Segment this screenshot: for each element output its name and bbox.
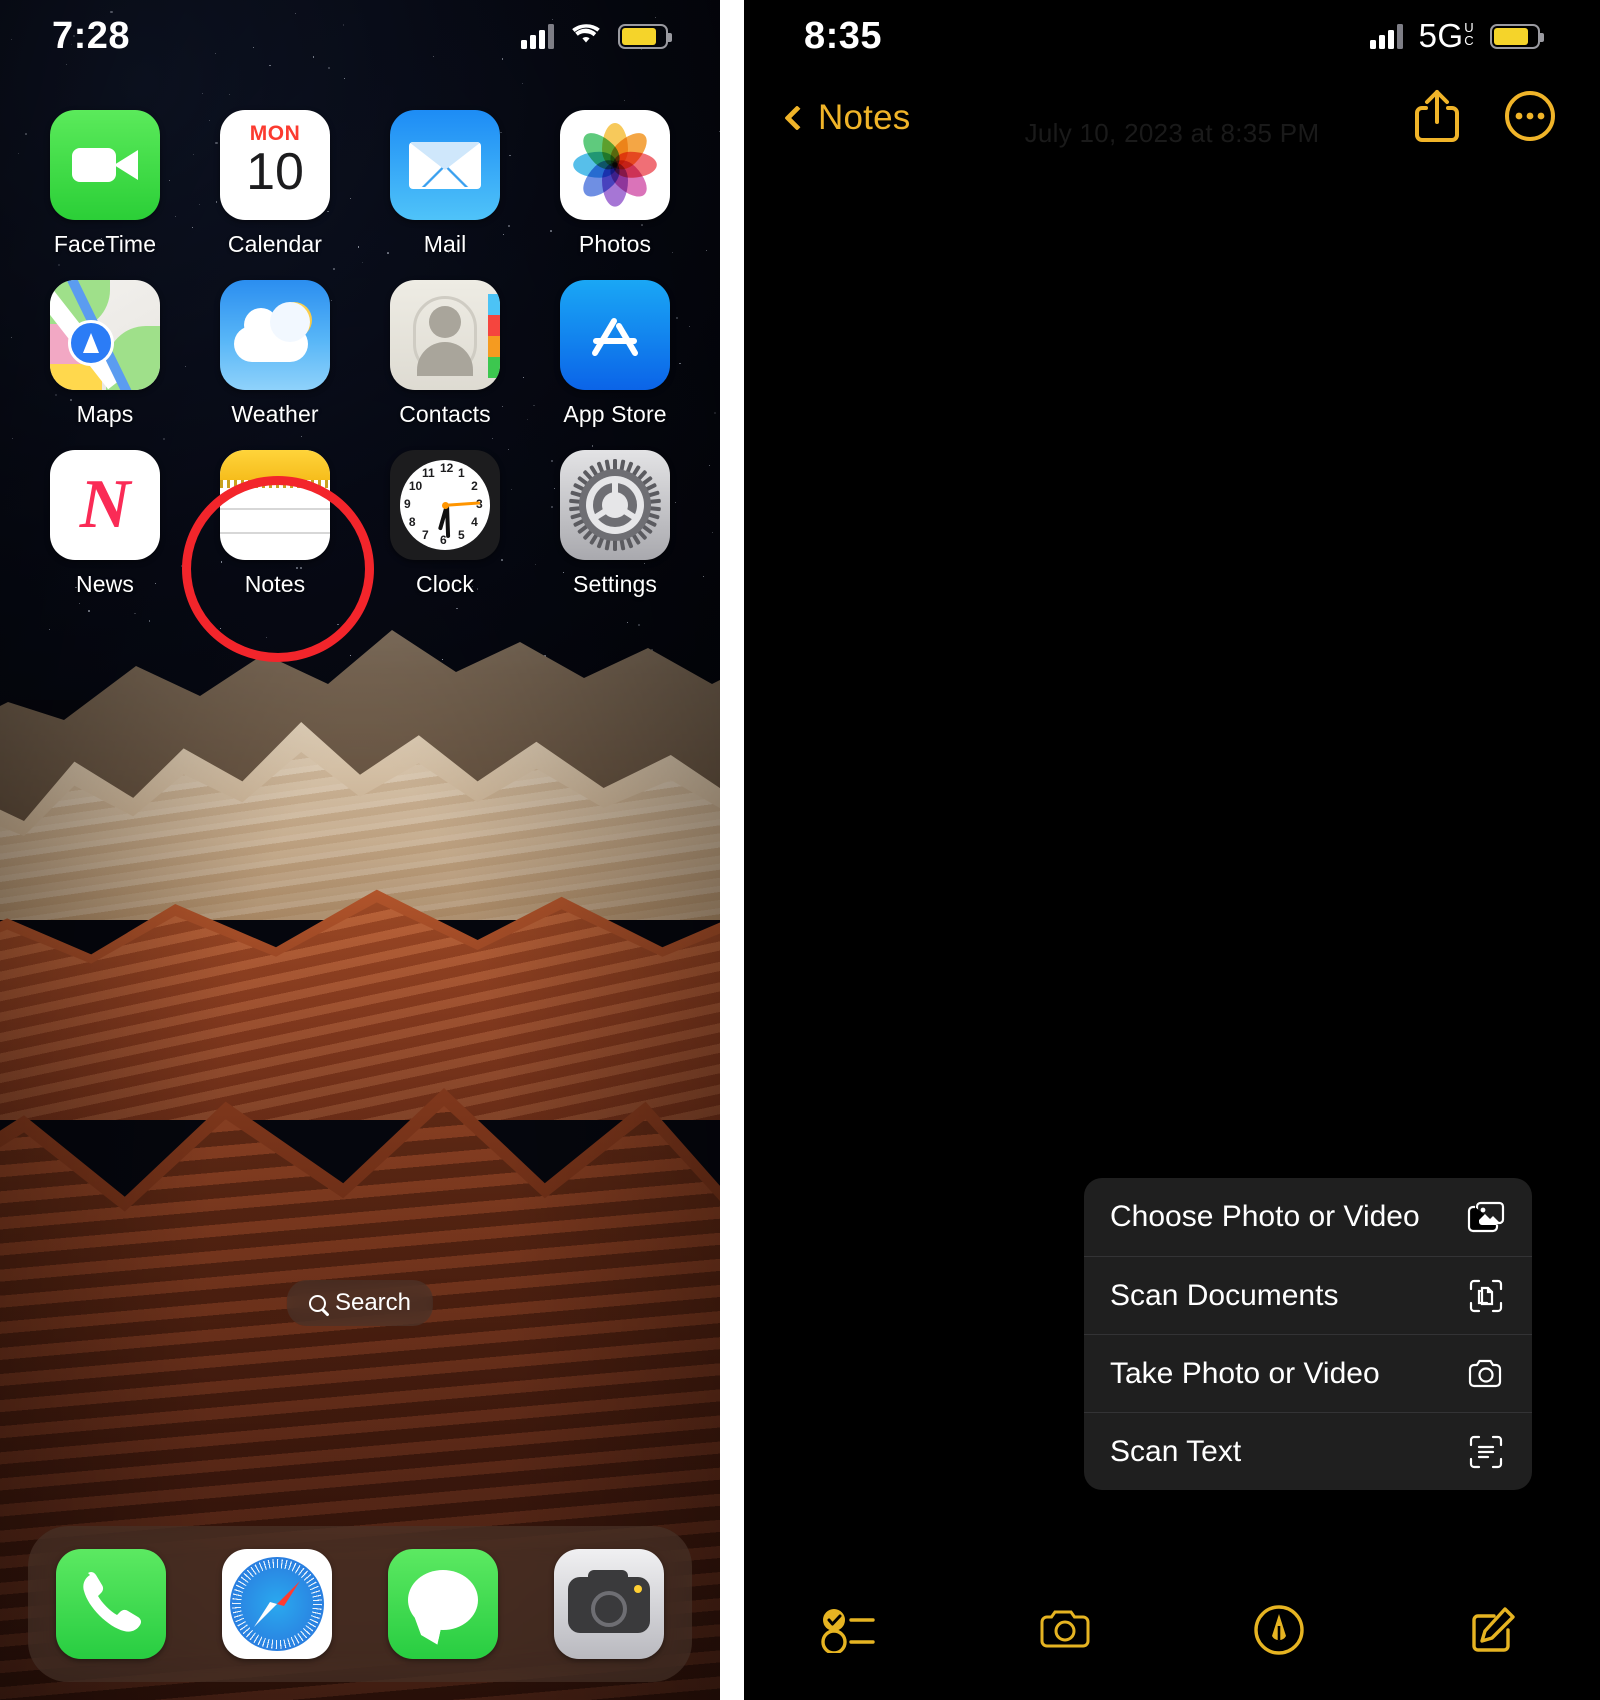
app-label: Settings [573, 571, 657, 598]
menu-item-scan-text[interactable]: Scan Text [1084, 1412, 1532, 1490]
checklist-icon [821, 1607, 881, 1658]
app-label: Clock [416, 571, 474, 598]
photos-icon [560, 110, 670, 220]
back-button[interactable]: Notes [788, 98, 910, 138]
app-label: Photos [579, 231, 651, 258]
camera-button[interactable] [958, 1608, 1172, 1657]
menu-item-label: Take Photo or Video [1110, 1357, 1380, 1391]
markup-button[interactable] [1172, 1604, 1386, 1661]
app-mail[interactable]: Mail [370, 110, 520, 258]
safari-icon[interactable] [222, 1549, 332, 1659]
settings-icon [560, 450, 670, 560]
home-screen: 7:28 FaceTime MON 10 Calendar Mail Photo… [0, 0, 720, 1700]
contacts-icon [390, 280, 500, 390]
network-sup: U [1464, 21, 1474, 34]
battery-icon [1490, 24, 1540, 49]
scan-text-icon [1466, 1432, 1506, 1472]
status-bar-notes: 8:35 5G U C [744, 0, 1600, 72]
cellular-bars-icon [1370, 23, 1403, 49]
app-row: FaceTime MON 10 Calendar Mail Photos [30, 110, 690, 258]
checklist-button[interactable] [744, 1607, 958, 1658]
app-weather[interactable]: Weather [200, 280, 350, 428]
compose-icon [1467, 1604, 1519, 1661]
notes-screen: 8:35 5G U C July 10, 2023 at 8:35 PM Not… [744, 0, 1600, 1700]
notes-navbar: Notes [744, 82, 1600, 154]
app-label: Contacts [399, 401, 491, 428]
app-row: N News Notes 123456789101112 [30, 450, 690, 598]
more-circle-icon[interactable] [1504, 90, 1556, 147]
menu-item-choose-photo[interactable]: Choose Photo or Video [1084, 1178, 1532, 1256]
app-store-icon [560, 280, 670, 390]
app-grid: FaceTime MON 10 Calendar Mail Photos Map… [0, 110, 720, 620]
app-label: News [76, 571, 134, 598]
app-label: FaceTime [54, 231, 156, 258]
facetime-icon [50, 110, 160, 220]
network-sub: C [1464, 34, 1474, 47]
camera-icon[interactable] [554, 1549, 664, 1659]
menu-item-label: Scan Text [1110, 1435, 1241, 1469]
share-icon[interactable] [1414, 88, 1460, 149]
chevron-left-icon [784, 105, 809, 130]
wifi-icon [570, 22, 602, 51]
battery-icon [618, 24, 668, 49]
status-time: 8:35 [804, 15, 882, 58]
screenshot-root: 7:28 FaceTime MON 10 Calendar Mail Photo… [0, 0, 1600, 1700]
app-maps[interactable]: Maps [30, 280, 180, 428]
app-notes[interactable]: Notes [200, 450, 350, 598]
navbar-actions [1414, 88, 1556, 149]
scan-document-icon [1466, 1276, 1506, 1316]
app-label: Calendar [228, 231, 322, 258]
app-label: Mail [424, 231, 467, 258]
app-row: Maps Weather Contacts App Store [30, 280, 690, 428]
photo-stack-icon [1466, 1197, 1506, 1237]
notes-icon [220, 450, 330, 560]
calendar-day: 10 [246, 148, 304, 197]
menu-item-scan-documents[interactable]: Scan Documents [1084, 1256, 1532, 1334]
camera-icon [1038, 1608, 1092, 1657]
app-news[interactable]: N News [30, 450, 180, 598]
app-photos[interactable]: Photos [540, 110, 690, 258]
app-label: App Store [563, 401, 666, 428]
status-bar-home: 7:28 [0, 0, 720, 72]
compose-button[interactable] [1386, 1604, 1600, 1661]
app-label: Maps [77, 401, 134, 428]
network-type-label: 5G U C [1419, 17, 1474, 55]
news-icon: N [50, 450, 160, 560]
cellular-bars-icon [521, 23, 554, 49]
clock-icon: 1 2 3 4 5 6 7 8 9 10 11 12 [390, 450, 500, 560]
app-facetime[interactable]: FaceTime [30, 110, 180, 258]
menu-item-take-photo[interactable]: Take Photo or Video [1084, 1334, 1532, 1412]
mail-icon [390, 110, 500, 220]
app-app-store[interactable]: App Store [540, 280, 690, 428]
calendar-icon: MON 10 [220, 110, 330, 220]
menu-item-label: Scan Documents [1110, 1279, 1338, 1313]
app-clock[interactable]: 1 2 3 4 5 6 7 8 9 10 11 12 Clock [370, 450, 520, 598]
search-label: Search [335, 1289, 411, 1317]
app-contacts[interactable]: Contacts [370, 280, 520, 428]
weather-icon [220, 280, 330, 390]
maps-icon [50, 280, 160, 390]
markup-pen-icon [1253, 1604, 1305, 1661]
camera-icon [1466, 1354, 1506, 1394]
status-time: 7:28 [52, 15, 130, 58]
messages-icon[interactable] [388, 1549, 498, 1659]
dock [28, 1526, 692, 1682]
app-label: Notes [245, 571, 306, 598]
back-label: Notes [818, 98, 910, 138]
panel-divider [720, 0, 744, 1700]
search-button[interactable]: Search [287, 1280, 433, 1326]
status-indicators: 5G U C [1370, 17, 1540, 55]
app-label: Weather [231, 401, 318, 428]
phone-icon[interactable] [56, 1549, 166, 1659]
app-calendar[interactable]: MON 10 Calendar [200, 110, 350, 258]
notes-toolbar [744, 1572, 1600, 1692]
attachment-action-sheet: Choose Photo or Video Scan Documents Tak… [1084, 1178, 1532, 1490]
status-indicators [521, 22, 668, 51]
menu-item-label: Choose Photo or Video [1110, 1200, 1420, 1234]
app-settings[interactable]: Settings [540, 450, 690, 598]
search-icon [309, 1295, 326, 1312]
